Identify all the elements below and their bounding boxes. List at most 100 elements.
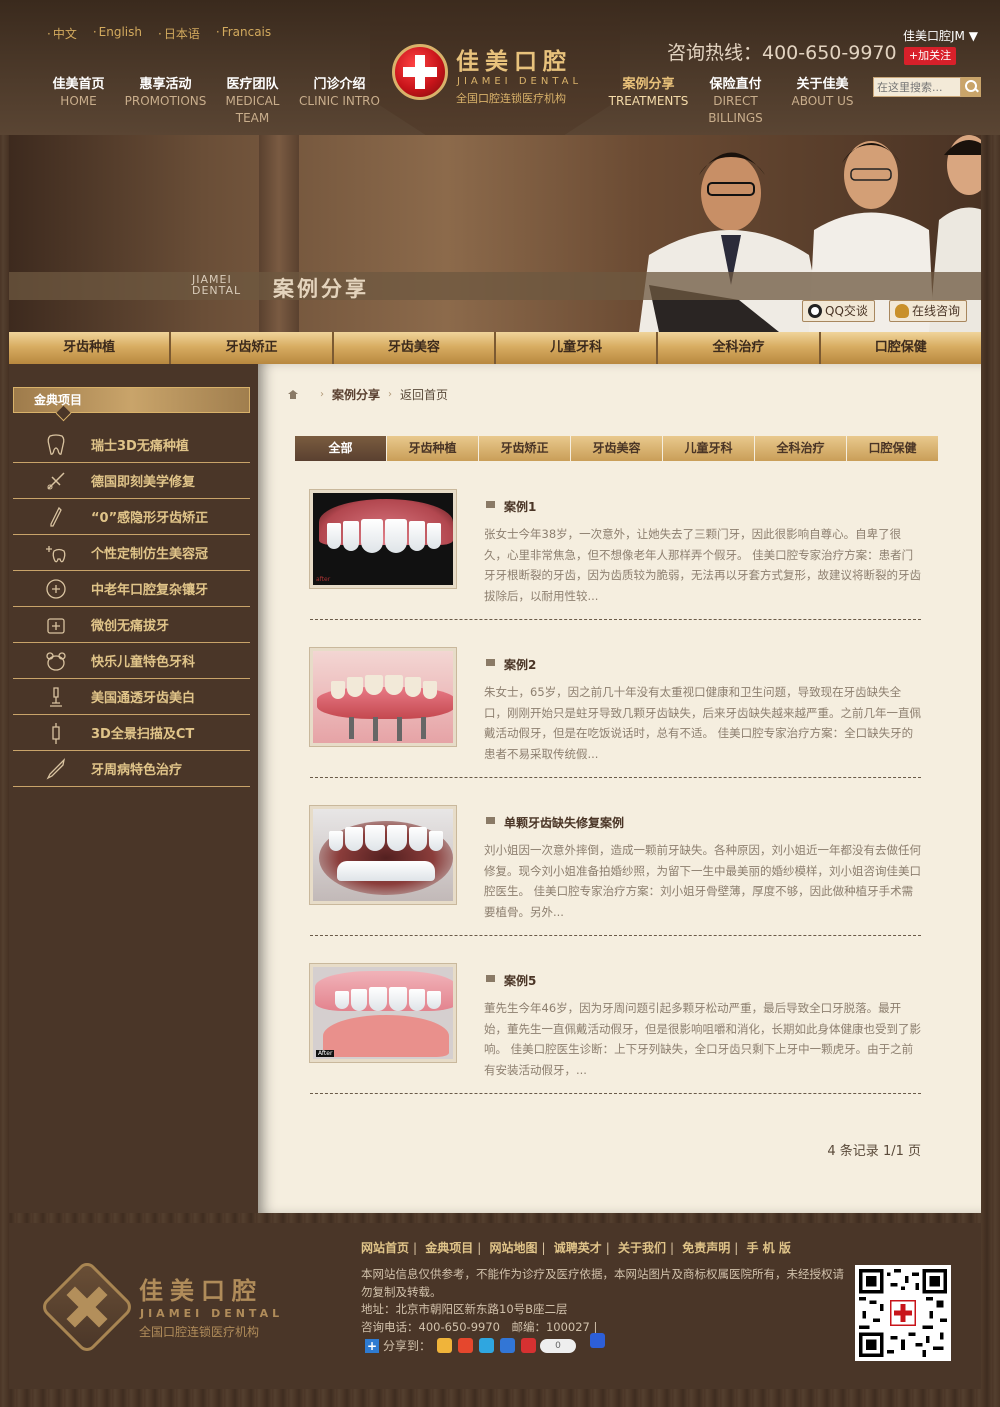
sidebar-item-invisible-braces[interactable]: “0”感隐形牙齿矫正	[13, 499, 250, 535]
footer-link-about[interactable]: 关于我们	[618, 1241, 666, 1255]
case-thumbnail[interactable]: After	[309, 963, 457, 1063]
case-thumbnail[interactable]	[309, 805, 457, 905]
logo-cross-icon[interactable]	[392, 44, 448, 100]
category-pediatric[interactable]: 儿童牙科	[496, 332, 659, 364]
footer-phone: 咨询电话：400-650-9970 邮编：100027 |	[361, 1319, 598, 1334]
case-description: 张女士今年38岁，一次意外，让她失去了三颗门牙，因此很影响自尊心。自卑了很久，心…	[484, 527, 921, 603]
qq-chat-button[interactable]: QQ交谈	[802, 300, 875, 322]
sidebar-item-label: 个性定制仿生美容冠	[91, 547, 209, 562]
nav-promotions[interactable]: 惠享活动 PROMOTIONS	[122, 76, 209, 127]
main-content: › 案例分享 › 返回首页 全部 牙齿种植 牙齿矫正 牙齿美容 儿童牙科 全科治…	[258, 364, 981, 1213]
lang-french[interactable]: Francais	[216, 25, 271, 42]
tab-implants[interactable]: 牙齿种植	[387, 436, 478, 461]
footer-logo-en: JIAMEI DENTAL	[140, 1307, 284, 1320]
category-general[interactable]: 全科治疗	[658, 332, 821, 364]
tools-icon	[43, 469, 69, 493]
tab-orthodontics[interactable]: 牙齿矫正	[479, 436, 570, 461]
sidebar-item-painless-extraction[interactable]: 微创无痛拔牙	[13, 607, 250, 643]
sidebar-item-label: 美国通透牙齿美白	[91, 691, 196, 706]
bear-icon	[43, 649, 69, 673]
sidebar-item-periodontal[interactable]: 牙周病特色治疗	[13, 751, 250, 787]
sidebar-item-elderly-denture[interactable]: 中老年口腔复杂镶牙	[13, 571, 250, 607]
breadcrumb-separator: ›	[388, 389, 393, 400]
case-thumbnail[interactable]	[309, 647, 457, 747]
renren-icon[interactable]	[500, 1338, 516, 1353]
nav-treatments[interactable]: 案例分享 TREATMENTS	[605, 76, 692, 127]
category-oral-care[interactable]: 口腔保健	[821, 332, 981, 364]
footer-links: 网站首页 | 金典项目 | 网站地图 | 诚聘英才 | 关于我们 | 免责声明 | 手 机 …	[361, 1241, 791, 1255]
category-implants[interactable]: 牙齿种植	[9, 332, 172, 364]
case-title[interactable]: 单颗牙齿缺失修复案例	[484, 814, 624, 831]
footer-info: 本网站信息仅供参考，不能作为诊疗及医疗依据，本网站图片及商标权属医院所有，未经授…	[361, 1266, 853, 1336]
case-thumbnail[interactable]: after	[309, 489, 457, 589]
sidebar-item-label: 德国即刻美学修复	[91, 475, 196, 490]
share-plus-icon[interactable]: +	[365, 1338, 379, 1353]
nav-direct-billings[interactable]: 保险直付 DIRECT BILLINGS	[692, 76, 779, 127]
nav-about-us-en: ABOUT US	[791, 94, 854, 108]
nav-about-us-cn: 关于佳美	[796, 77, 849, 92]
netease-icon[interactable]	[521, 1338, 537, 1353]
baidu-paw-icon[interactable]	[590, 1333, 606, 1348]
sidebar-item-custom-crown[interactable]: 个性定制仿生美容冠	[13, 535, 250, 571]
online-consult-button[interactable]: 在线咨询	[889, 300, 968, 322]
footer-link-disclaimer[interactable]: 免责声明	[682, 1241, 730, 1255]
tab-oral-care[interactable]: 口腔保健	[847, 436, 938, 461]
main-nav-left: 佳美首页 HOME 惠享活动 PROMOTIONS 医疗团队 MEDICAL T…	[35, 76, 383, 127]
search-icon[interactable]	[961, 77, 981, 97]
case-title[interactable]: 案例1	[484, 498, 536, 515]
syringe-icon	[43, 721, 69, 745]
pen-icon	[43, 505, 69, 529]
online-consult-label: 在线咨询	[912, 304, 961, 318]
qzone-icon[interactable]	[437, 1338, 453, 1353]
qr-code-icon	[855, 1265, 951, 1361]
tencent-weibo-icon[interactable]	[479, 1338, 495, 1353]
home-icon[interactable]	[288, 390, 298, 399]
footer-logo-subtitle: 全国口腔连锁医疗机构	[139, 1325, 260, 1339]
case-photo-teeth: After	[313, 967, 453, 1059]
weibo-icon[interactable]	[458, 1338, 474, 1353]
weibo-user[interactable]: 佳美口腔JM ▼	[903, 27, 978, 44]
search-input[interactable]	[873, 77, 961, 97]
sidebar-item-label: “0”感隐形牙齿矫正	[91, 511, 209, 526]
nav-home[interactable]: 佳美首页 HOME	[35, 76, 122, 127]
footer-link-home[interactable]: 网站首页	[361, 1241, 409, 1255]
footer-link-mobile[interactable]: 手 机 版	[747, 1241, 791, 1255]
banner-caption-en: JIAMEI DENTAL	[192, 274, 241, 296]
breadcrumb-current[interactable]: 案例分享	[332, 386, 380, 403]
sidebar-item-whitening[interactable]: 美国通透牙齿美白	[13, 679, 250, 715]
sidebar-item-kids-dentistry[interactable]: 快乐儿童特色牙科	[13, 643, 250, 679]
hero-banner: JIAMEI DENTAL 案例分享 QQ交谈 在线咨询	[9, 135, 981, 332]
category-cosmetic[interactable]: 牙齿美容	[334, 332, 496, 364]
footer-link-programs[interactable]: 金典项目	[425, 1241, 473, 1255]
lang-chinese[interactable]: 中文	[47, 25, 77, 42]
footer-link-careers[interactable]: 诚聘英才	[554, 1241, 602, 1255]
sidebar-item-3d-scan[interactable]: 3D全景扫描及CT	[13, 715, 250, 751]
case-description: 刘小姐因一次意外摔倒，造成一颗前牙缺失。各种原因，刘小姐近一年都没有去做任何修复…	[484, 843, 921, 919]
medical-box-icon	[43, 613, 69, 637]
lang-english[interactable]: English	[93, 25, 142, 42]
qq-icon	[808, 304, 822, 318]
tab-pediatric[interactable]: 儿童牙科	[663, 436, 754, 461]
footer-logo-icon	[38, 1258, 136, 1356]
tab-cosmetic[interactable]: 牙齿美容	[571, 436, 662, 461]
nav-clinic-intro[interactable]: 门诊介绍 CLINIC INTRO	[296, 76, 383, 127]
footer-link-sitemap[interactable]: 网站地图	[490, 1241, 538, 1255]
tab-all[interactable]: 全部	[295, 436, 386, 461]
site-footer: 佳美口腔 JIAMEI DENTAL 全国口腔连锁医疗机构 网站首页 | 金典项目…	[9, 1223, 981, 1389]
nav-medical-team[interactable]: 医疗团队 MEDICAL TEAM	[209, 76, 296, 127]
share-bar: + 分享到： 0	[365, 1333, 606, 1354]
nav-medical-team-cn: 医疗团队	[226, 77, 279, 92]
case-description: 董先生今年46岁，因为牙周问题引起多颗牙松动严重，最后导致全口牙脱落。最开始，董…	[484, 1001, 921, 1077]
follow-button[interactable]: +加关注	[904, 47, 956, 65]
nav-about-us[interactable]: 关于佳美 ABOUT US	[779, 76, 866, 127]
tab-general[interactable]: 全科治疗	[755, 436, 846, 461]
sidebar-item-label: 快乐儿童特色牙科	[91, 655, 196, 670]
sparkle-tooth-icon	[43, 541, 69, 565]
sidebar-item-aesthetic-restoration[interactable]: 德国即刻美学修复	[13, 463, 250, 499]
breadcrumb-back-home[interactable]: 返回首页	[400, 386, 448, 403]
sidebar-item-3d-implant[interactable]: 瑞士3D无痛种植	[13, 427, 250, 463]
case-title[interactable]: 案例5	[484, 972, 536, 989]
category-orthodontics[interactable]: 牙齿矫正	[171, 332, 334, 364]
case-title[interactable]: 案例2	[484, 656, 536, 673]
lang-japanese[interactable]: 日本语	[158, 25, 200, 42]
